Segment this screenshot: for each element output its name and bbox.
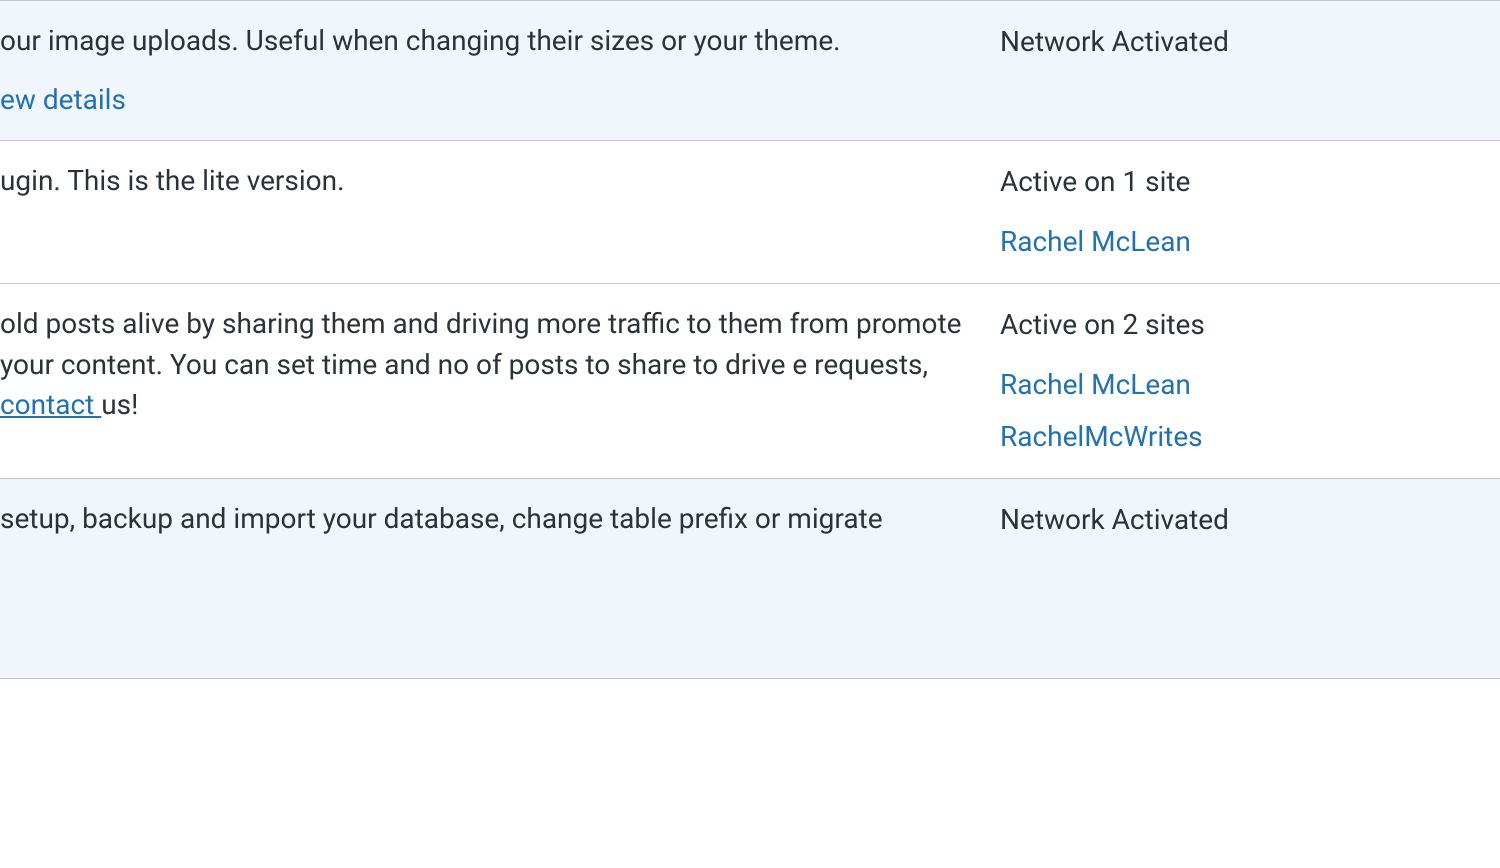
plugin-description-text: old posts alive by sharing them and driv…: [0, 307, 961, 381]
plugin-meta-row: ew details: [0, 80, 970, 121]
site-link[interactable]: Rachel McLean: [1000, 221, 1400, 263]
plugin-description-cell: old posts alive by sharing them and driv…: [0, 284, 1000, 478]
plugin-status-cell: Network Activated: [1000, 1, 1430, 140]
plugin-status-text: Network Activated: [1000, 503, 1229, 536]
plugin-status-text: Network Activated: [1000, 25, 1229, 58]
view-details-link[interactable]: ew details: [0, 83, 126, 116]
plugin-description-cell: our image uploads. Useful when changing …: [0, 1, 1000, 140]
plugin-row: setup, backup and import your database, …: [0, 479, 1500, 679]
plugin-description-text: our image uploads. Useful when changing …: [0, 24, 841, 57]
plugin-row: ugin. This is the lite version. Active o…: [0, 141, 1500, 284]
plugin-row: our image uploads. Useful when changing …: [0, 0, 1500, 141]
plugin-description-cell: ugin. This is the lite version.: [0, 141, 1000, 283]
plugin-status-text: Active on 2 sites: [1000, 308, 1205, 341]
plugins-table: our image uploads. Useful when changing …: [0, 0, 1500, 679]
contact-link[interactable]: contact: [0, 388, 101, 421]
plugin-description-suffix: us!: [101, 388, 138, 421]
plugin-description-text: setup, backup and import your database, …: [0, 502, 883, 535]
plugin-status-cell: Active on 2 sites Rachel McLean RachelMc…: [1000, 284, 1430, 478]
site-link[interactable]: RachelMcWrites: [1000, 416, 1400, 458]
plugin-status-cell: Active on 1 site Rachel McLean: [1000, 141, 1430, 283]
plugin-description-cell: setup, backup and import your database, …: [0, 479, 1000, 678]
plugin-row: old posts alive by sharing them and driv…: [0, 284, 1500, 479]
plugin-description-text: ugin. This is the lite version.: [0, 164, 345, 197]
plugin-status-text: Active on 1 site: [1000, 165, 1190, 198]
plugin-status-cell: Network Activated: [1000, 479, 1430, 678]
site-link[interactable]: Rachel McLean: [1000, 364, 1400, 406]
